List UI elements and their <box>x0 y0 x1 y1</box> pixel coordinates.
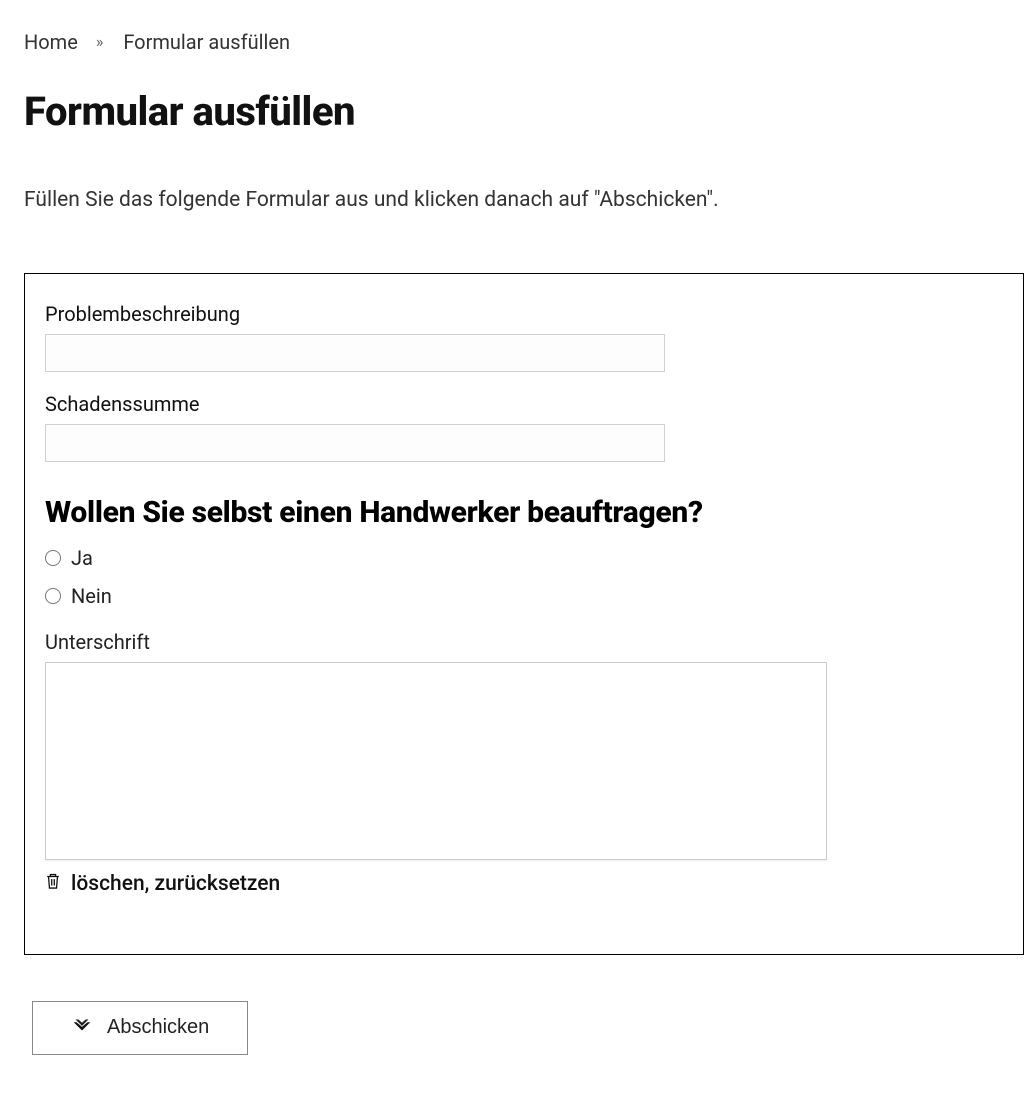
question-heading: Wollen Sie selbst einen Handwerker beauf… <box>45 492 1003 534</box>
submit-area: Abschicken <box>32 1001 1000 1055</box>
breadcrumb-current: Formular ausfüllen <box>123 28 290 56</box>
submit-button[interactable]: Abschicken <box>32 1001 248 1055</box>
clear-signature-button[interactable]: löschen, zurücksetzen <box>45 870 280 899</box>
problem-input[interactable] <box>45 334 665 372</box>
breadcrumb: Home » Formular ausfüllen <box>24 28 1000 56</box>
field-damage: Schadenssumme <box>45 390 1003 462</box>
radio-no[interactable] <box>45 588 61 604</box>
breadcrumb-separator: » <box>96 31 106 53</box>
signature-label: Unterschrift <box>45 628 1003 656</box>
radio-row-no[interactable]: Nein <box>45 582 1003 610</box>
radio-no-label: Nein <box>71 582 112 610</box>
breadcrumb-home[interactable]: Home <box>24 28 78 56</box>
intro-text: Füllen Sie das folgende Formular aus und… <box>24 186 1000 215</box>
damage-input[interactable] <box>45 424 665 462</box>
check-icon <box>71 1014 93 1042</box>
page-title: Formular ausfüllen <box>24 84 1000 140</box>
signature-canvas[interactable] <box>45 662 827 860</box>
submit-button-label: Abschicken <box>107 1016 209 1039</box>
trash-icon <box>45 870 61 899</box>
radio-row-yes[interactable]: Ja <box>45 544 1003 572</box>
damage-label: Schadenssumme <box>45 390 1003 418</box>
radio-yes[interactable] <box>45 550 61 566</box>
clear-signature-label: löschen, zurücksetzen <box>71 870 280 899</box>
radio-yes-label: Ja <box>71 544 93 572</box>
form-container: Problembeschreibung Schadenssumme Wollen… <box>24 273 1024 954</box>
problem-label: Problembeschreibung <box>45 300 1003 328</box>
field-problem: Problembeschreibung <box>45 300 1003 372</box>
